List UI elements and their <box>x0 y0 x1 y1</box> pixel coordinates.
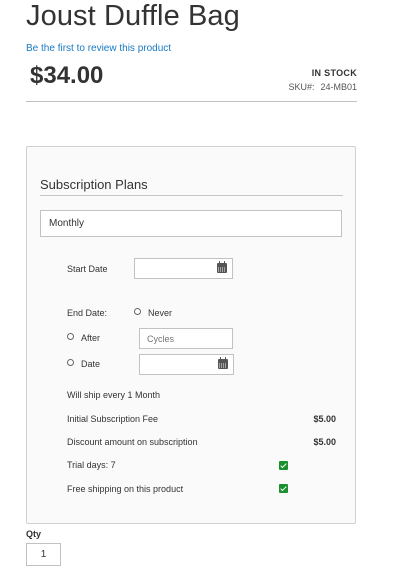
end-date-input[interactable] <box>139 354 234 375</box>
qty-input[interactable] <box>26 543 61 566</box>
stock-status: IN STOCK <box>311 68 357 78</box>
calendar-icon[interactable] <box>217 261 227 273</box>
after-radio[interactable] <box>67 333 74 340</box>
trial-label: Trial days: 7 <box>67 460 116 470</box>
sku-value: 24-MB01 <box>320 82 357 92</box>
end-date-label: End Date: <box>67 308 108 318</box>
sku: SKU#: 24-MB01 <box>288 82 357 92</box>
subscription-heading-rule <box>40 195 343 196</box>
product-title: Joust Duffle Bag <box>26 0 240 32</box>
calendar-icon[interactable] <box>218 357 228 369</box>
header-divider <box>26 101 357 102</box>
date-radio[interactable] <box>67 359 74 366</box>
product-price: $34.00 <box>30 62 104 89</box>
trial-checkbox[interactable] <box>279 461 288 470</box>
after-label: After <box>81 333 101 343</box>
subscription-heading: Subscription Plans <box>40 177 148 192</box>
start-date-input[interactable] <box>134 258 233 279</box>
sku-label: SKU#: <box>288 82 315 92</box>
discount-value: $5.00 <box>313 437 336 447</box>
ship-frequency: Will ship every 1 Month <box>67 390 161 400</box>
fee-label: Initial Subscription Fee <box>67 414 159 424</box>
start-date-label: Start Date <box>67 264 108 274</box>
date-label: Date <box>81 359 101 369</box>
discount-label: Discount amount on subscription <box>67 437 198 447</box>
free-shipping-checkbox[interactable] <box>279 484 288 493</box>
fee-value: $5.00 <box>313 414 336 424</box>
cycles-input[interactable] <box>139 328 233 349</box>
shipping-label: Free shipping on this product <box>67 484 184 494</box>
review-link[interactable]: Be the first to review this product <box>26 43 171 54</box>
never-radio[interactable] <box>134 308 141 315</box>
never-label: Never <box>148 308 173 318</box>
plan-select[interactable]: Monthly <box>40 210 342 237</box>
qty-label: Qty <box>26 529 42 539</box>
